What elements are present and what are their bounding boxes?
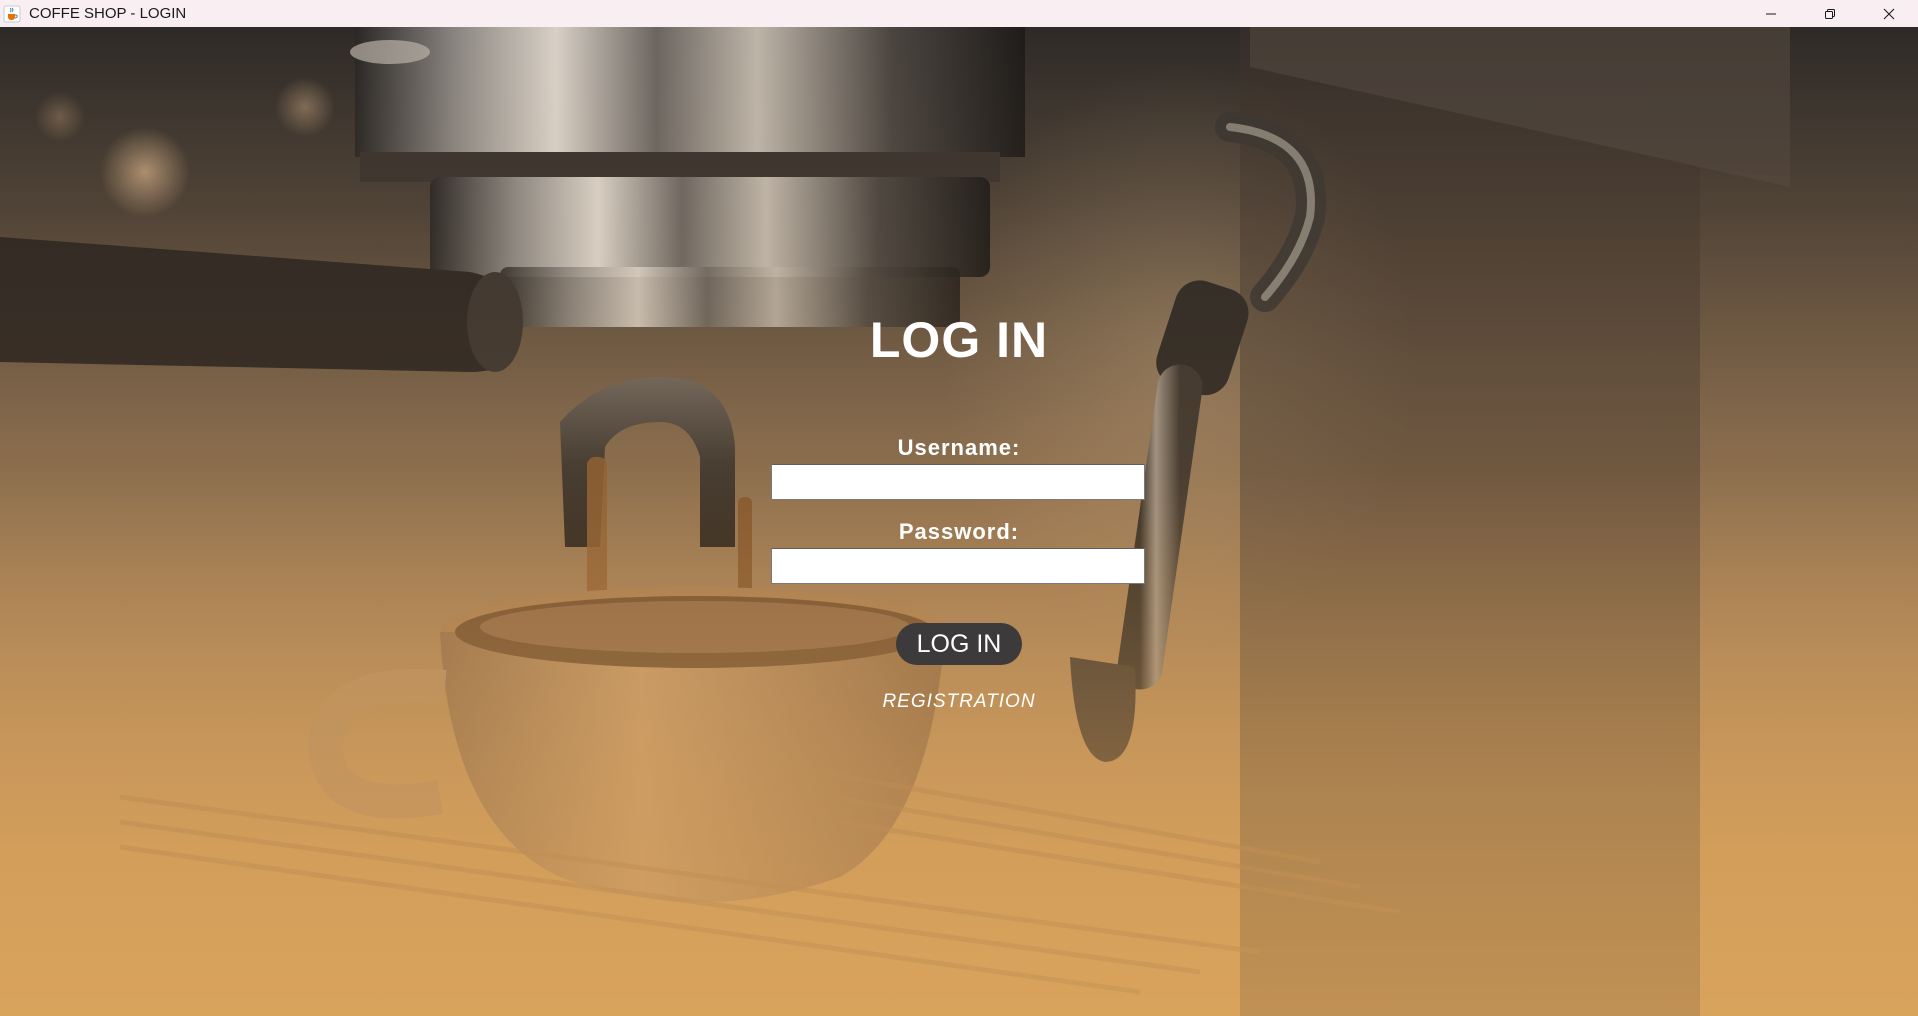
java-cup-icon bbox=[3, 5, 21, 23]
minimize-icon bbox=[1765, 13, 1776, 14]
close-icon bbox=[1883, 8, 1894, 19]
registration-link[interactable]: REGISTRATION bbox=[0, 690, 1918, 714]
restore-icon bbox=[1824, 8, 1835, 19]
login-heading: LOG IN bbox=[869, 312, 1049, 368]
login-button[interactable]: LOG IN bbox=[896, 623, 1022, 665]
minimize-button[interactable] bbox=[1741, 0, 1800, 27]
window-controls bbox=[1741, 0, 1918, 27]
username-label: Username: bbox=[897, 435, 1021, 460]
title-bar[interactable]: COFFE SHOP - LOGIN bbox=[0, 0, 1918, 27]
close-button[interactable] bbox=[1859, 0, 1918, 27]
password-label: Password: bbox=[898, 519, 1020, 544]
window-title: COFFE SHOP - LOGIN bbox=[29, 5, 187, 22]
username-input[interactable] bbox=[771, 464, 1145, 500]
password-input[interactable] bbox=[771, 548, 1145, 584]
login-window: COFFE SHOP - LOGIN LOG IN Username: Pass… bbox=[0, 0, 1918, 1016]
login-panel: LOG IN Username: Password: LOG IN REGIST… bbox=[0, 27, 1918, 1016]
restore-button[interactable] bbox=[1800, 0, 1859, 27]
